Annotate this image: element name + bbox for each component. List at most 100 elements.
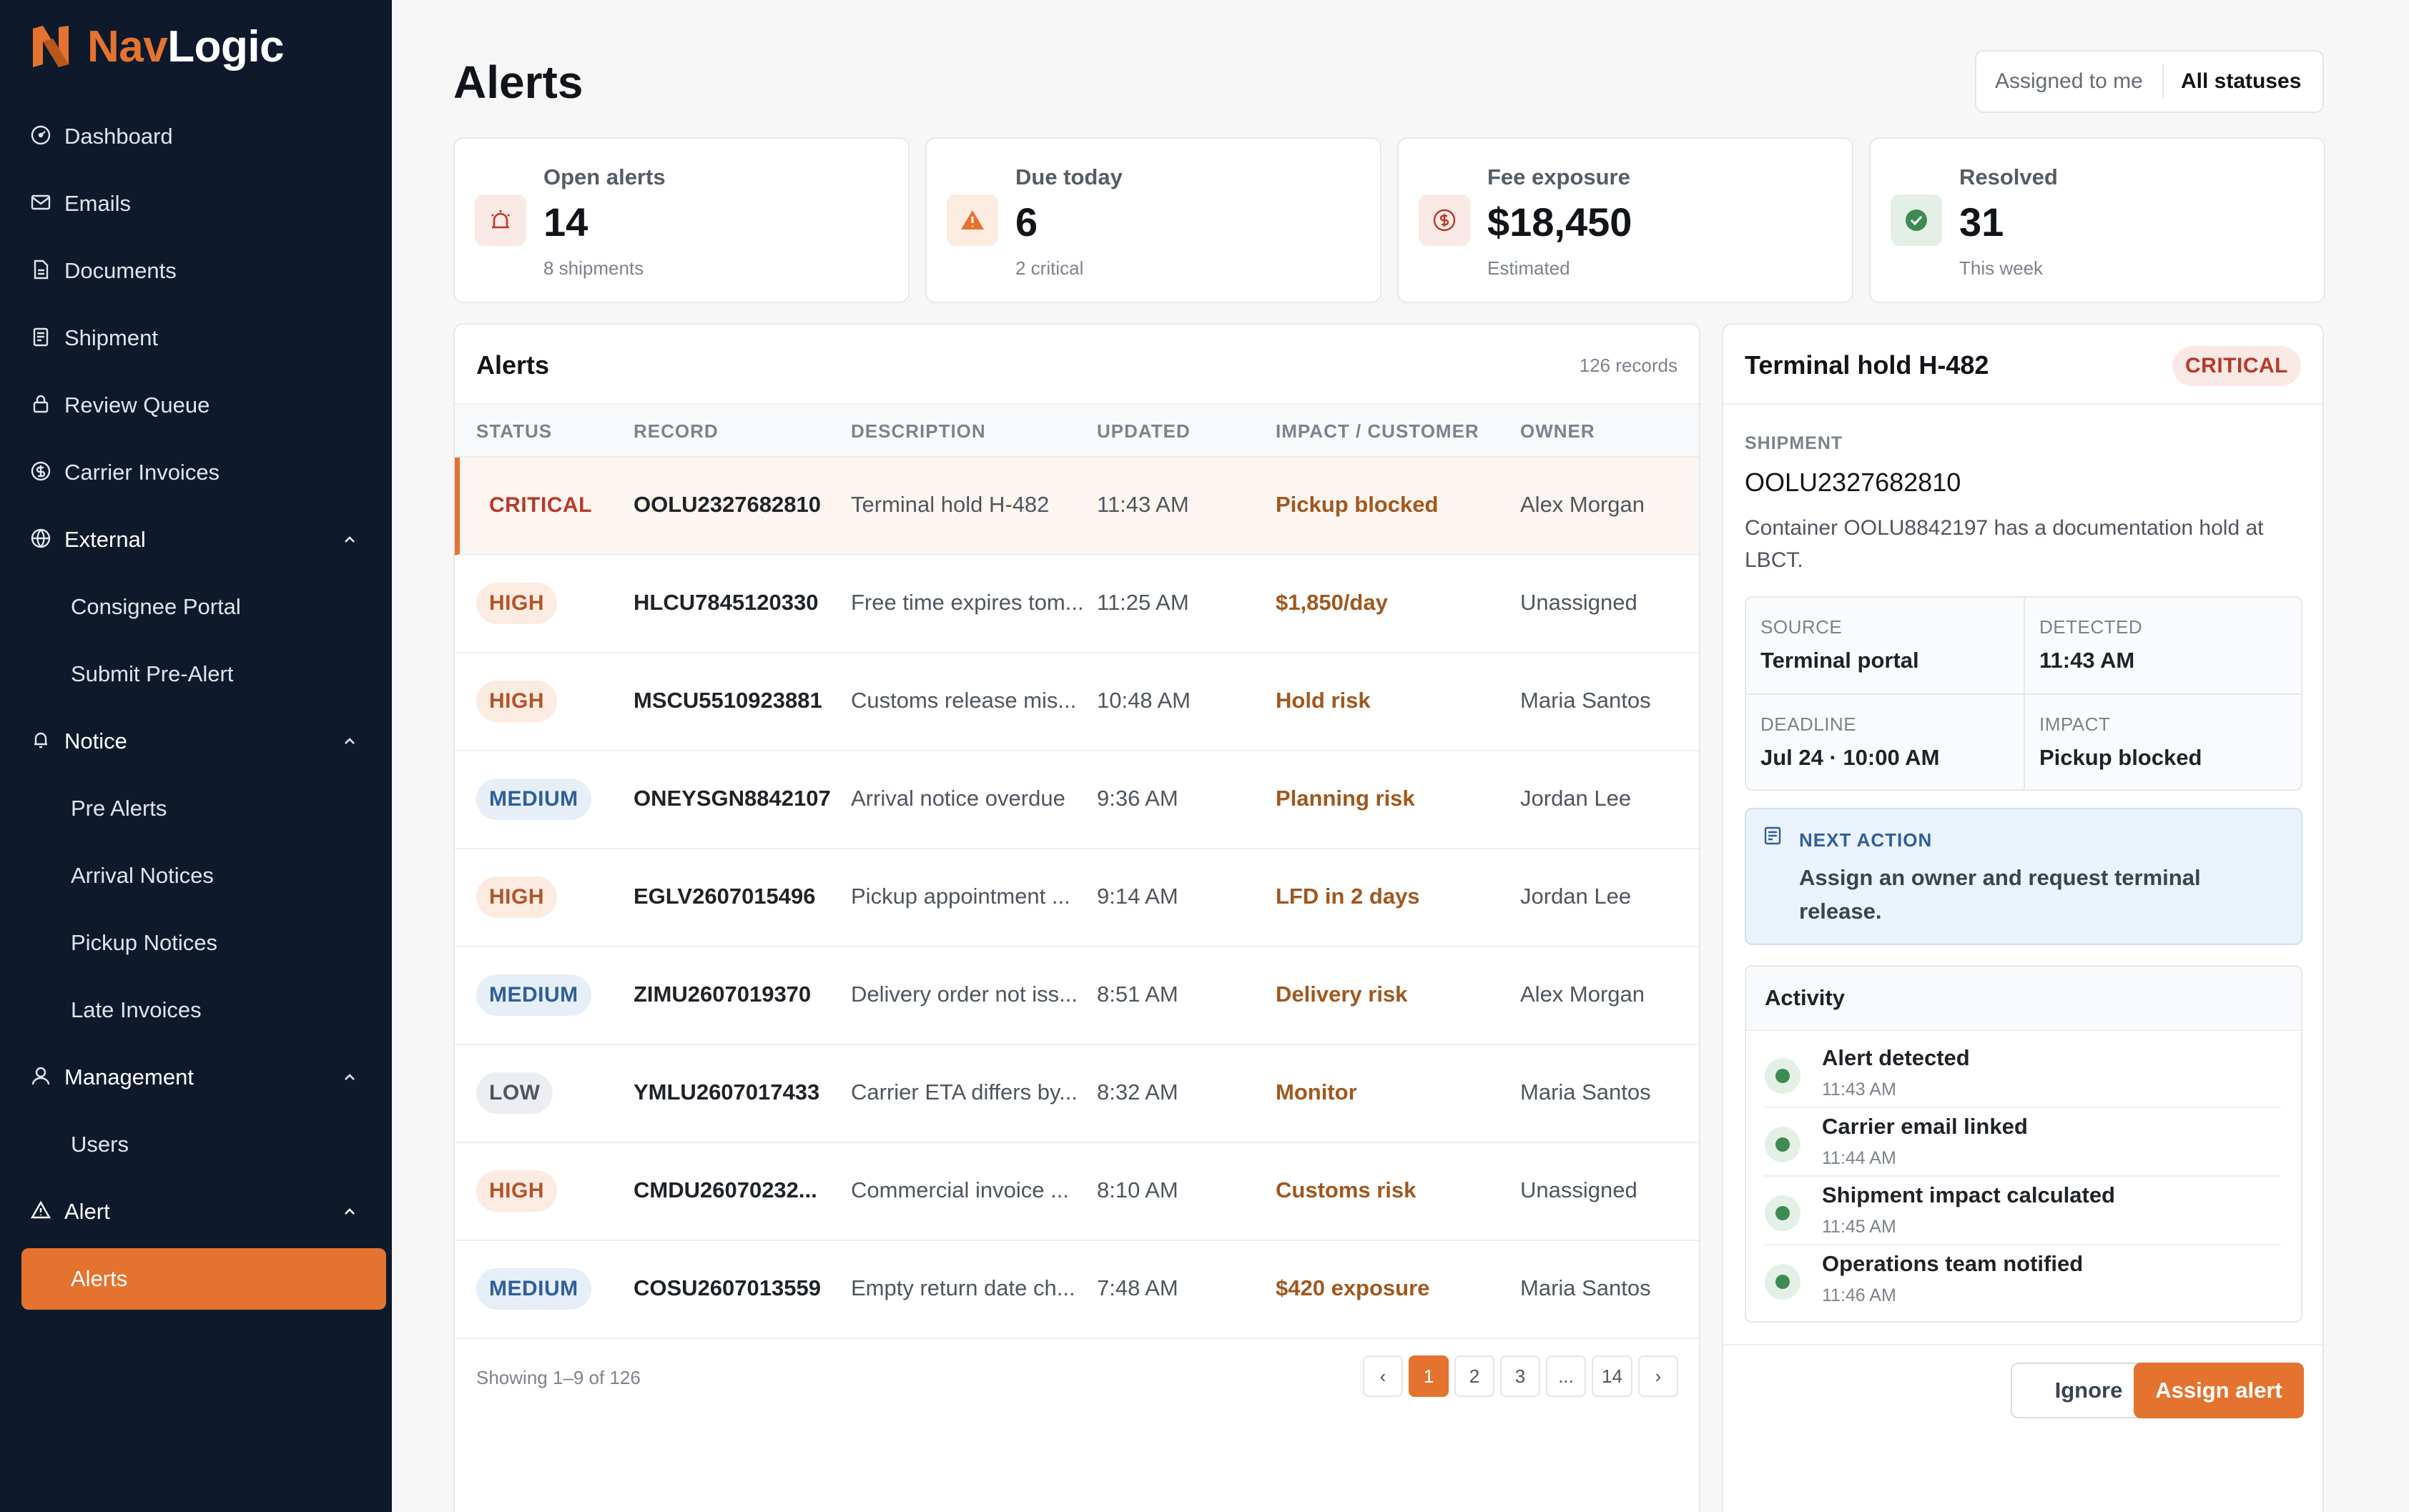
sidebar-group-external[interactable]: External <box>21 506 386 573</box>
field-label: SOURCE <box>1760 616 1843 638</box>
stat-label: Resolved <box>1959 164 2058 189</box>
sidebar-item-late-invoices[interactable]: Late Invoices <box>21 977 386 1044</box>
table-title: Alerts <box>476 350 550 380</box>
updated-time: 8:10 AM <box>1097 1177 1178 1202</box>
record-id[interactable]: YMLU2607017433 <box>634 1079 819 1105</box>
sidebar-item-label: Documents <box>64 258 177 283</box>
table-row[interactable]: HIGH HLCU7845120330 Free time expires to… <box>455 555 1699 653</box>
navlogic-logo-icon <box>33 26 69 67</box>
globe-icon <box>30 528 54 552</box>
shipment-id[interactable]: OOLU2327682810 <box>1745 468 1961 498</box>
table-row[interactable]: HIGH CMDU26070232... Commercial invoice … <box>455 1143 1699 1241</box>
sidebar-item-alerts[interactable]: Alerts <box>21 1248 386 1310</box>
record-id[interactable]: ZIMU2607019370 <box>634 982 811 1007</box>
column-header-status[interactable]: STATUS <box>476 420 552 443</box>
status-badge: LOW <box>476 1072 553 1114</box>
status-badge: HIGH <box>476 583 557 624</box>
sidebar-item-pre-alerts[interactable]: Pre Alerts <box>21 775 386 842</box>
column-header-impact[interactable]: IMPACT / CUSTOMER <box>1276 420 1479 443</box>
impact: Pickup blocked <box>1276 492 1439 517</box>
user-icon <box>30 1065 54 1089</box>
pager-page-2[interactable]: 2 <box>1454 1355 1494 1397</box>
sidebar-item-consignee-portal[interactable]: Consignee Portal <box>21 573 386 641</box>
sidebar-item-arrival-notices[interactable]: Arrival Notices <box>21 842 386 909</box>
updated-time: 11:43 AM <box>1097 492 1189 517</box>
activity-time: 11:44 AM <box>1822 1148 1896 1168</box>
sidebar-item-users[interactable]: Users <box>21 1111 386 1178</box>
detail-title: Terminal hold H-482 <box>1745 350 1989 380</box>
sidebar-item-shipment[interactable]: Shipment <box>21 305 386 372</box>
table-row[interactable]: MEDIUM ONEYSGN8842107 Arrival notice ove… <box>455 751 1699 849</box>
activity-item: Carrier email linked 11:44 AM <box>1765 1108 2281 1177</box>
table-row[interactable]: MEDIUM ZIMU2607019370 Delivery order not… <box>455 947 1699 1045</box>
sidebar-item-documents[interactable]: Documents <box>21 237 386 305</box>
record-id[interactable]: ONEYSGN8842107 <box>634 786 831 811</box>
owner: Jordan Lee <box>1520 884 1632 909</box>
sidebar-group-notice[interactable]: Notice <box>21 708 386 775</box>
record-id[interactable]: COSU2607013559 <box>634 1275 821 1301</box>
sidebar-item-dashboard[interactable]: Dashboard <box>21 103 386 170</box>
field-deadline: DEADLINE Jul 24 · 10:00 AM <box>1746 695 2024 789</box>
updated-time: 9:36 AM <box>1097 786 1178 811</box>
shipment-label: SHIPMENT <box>1745 433 1843 453</box>
logo-text-nav: Nav <box>87 21 168 71</box>
table-row[interactable]: HIGH EGLV2607015496 Pickup appointment .… <box>455 849 1699 947</box>
page-title: Alerts <box>453 56 583 108</box>
pager-prev-button[interactable]: ‹ <box>1363 1355 1403 1397</box>
sidebar-item-submit-pre-alert[interactable]: Submit Pre-Alert <box>21 641 386 708</box>
activity-time: 11:46 AM <box>1822 1285 1896 1305</box>
column-header-description[interactable]: DESCRIPTION <box>851 420 986 443</box>
stat-card-resolved: Resolved 31 This week <box>1869 137 2325 303</box>
document-icon <box>30 259 54 283</box>
activity-title-text: Shipment impact calculated <box>1822 1182 2115 1207</box>
owner: Maria Santos <box>1520 1079 1651 1105</box>
owner: Alex Morgan <box>1520 982 1645 1007</box>
table-row[interactable]: LOW YMLU2607017433 Carrier ETA differs b… <box>455 1045 1699 1143</box>
chevron-up-icon[interactable] <box>340 732 359 751</box>
updated-time: 10:48 AM <box>1097 688 1191 713</box>
table-row[interactable]: HIGH MSCU5510923881 Customs release mis.… <box>455 653 1699 751</box>
description: Customs release mis... <box>851 688 1077 713</box>
sidebar-item-review-queue[interactable]: Review Queue <box>21 372 386 439</box>
activity-title-text: Alert detected <box>1822 1045 1970 1070</box>
table-row[interactable]: CRITICAL OOLU2327682810 Terminal hold H-… <box>455 458 1699 555</box>
filter-all-statuses[interactable]: All statuses <box>2164 69 2301 94</box>
pager-page-1[interactable]: 1 <box>1409 1355 1449 1397</box>
sidebar-item-carrier-invoices[interactable]: Carrier Invoices <box>21 439 386 506</box>
column-header-owner[interactable]: OWNER <box>1520 420 1595 443</box>
pager-page-3[interactable]: 3 <box>1500 1355 1540 1397</box>
updated-time: 11:25 AM <box>1097 590 1189 615</box>
record-id[interactable]: CMDU26070232... <box>634 1177 817 1203</box>
alarm-icon <box>475 194 526 246</box>
pager-page-14[interactable]: 14 <box>1592 1355 1632 1397</box>
field-value: Jul 24 · 10:00 AM <box>1760 745 1940 770</box>
record-id[interactable]: HLCU7845120330 <box>634 590 819 616</box>
sidebar-item-pickup-notices[interactable]: Pickup Notices <box>21 909 386 977</box>
record-id[interactable]: OOLU2327682810 <box>634 492 821 518</box>
column-header-record[interactable]: RECORD <box>634 420 719 443</box>
record-id[interactable]: EGLV2607015496 <box>634 884 816 909</box>
table-row[interactable]: MEDIUM COSU2607013559 Empty return date … <box>455 1241 1699 1339</box>
filter-assigned-to-me[interactable]: Assigned to me <box>1976 64 2164 99</box>
updated-time: 8:51 AM <box>1097 982 1178 1007</box>
sidebar-group-management[interactable]: Management <box>21 1044 386 1111</box>
updated-time: 9:14 AM <box>1097 884 1178 909</box>
check-dot-icon <box>1765 1195 1800 1231</box>
sidebar-group-alert[interactable]: Alert <box>21 1178 386 1245</box>
assign-alert-button[interactable]: Assign alert <box>2134 1363 2304 1418</box>
dashboard-icon <box>30 124 54 149</box>
record-id[interactable]: MSCU5510923881 <box>634 688 822 713</box>
stat-card-fee-exposure: Fee exposure $18,450 Estimated <box>1397 137 1853 303</box>
field-source: SOURCE Terminal portal <box>1746 598 2024 694</box>
column-header-updated[interactable]: UPDATED <box>1097 420 1191 443</box>
sidebar-group-label: Management <box>64 1064 194 1089</box>
pager-next-button[interactable]: › <box>1637 1355 1678 1397</box>
activity-time: 11:45 AM <box>1822 1217 1896 1237</box>
chevron-up-icon[interactable] <box>340 1202 359 1221</box>
chevron-up-icon[interactable] <box>340 1068 359 1087</box>
logo[interactable]: NavLogic <box>29 20 285 73</box>
impact: Planning risk <box>1276 786 1415 811</box>
chevron-up-icon[interactable] <box>340 530 359 549</box>
sidebar-item-emails[interactable]: Emails <box>21 170 386 237</box>
lock-icon <box>30 393 54 417</box>
